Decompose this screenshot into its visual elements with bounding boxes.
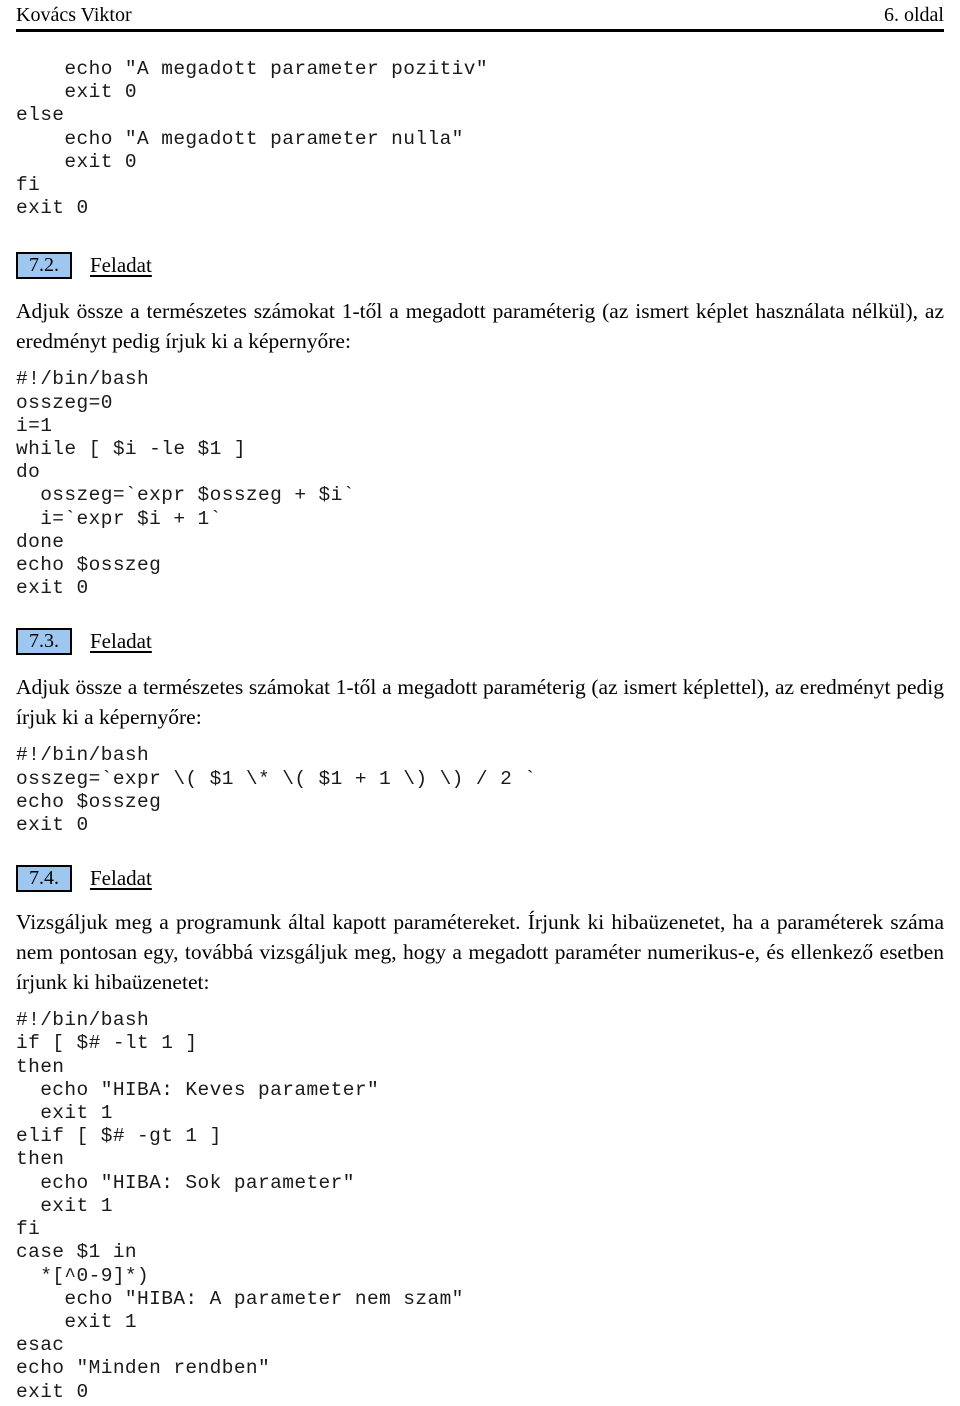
section-title-label: Feladat xyxy=(90,629,152,654)
document-page: Kovács Viktor 6. oldal echo "A megadott … xyxy=(0,0,960,1406)
code-block-7-2: #!/bin/bash osszeg=0 i=1 while [ $i -le … xyxy=(16,368,355,600)
section-heading-7-2: 7.2. Feladat xyxy=(16,250,944,280)
section-paragraph-7-4: Vizsgáljuk meg a programunk által kapott… xyxy=(16,910,944,995)
section-number-badge: 7.3. xyxy=(16,627,72,655)
running-header: Kovács Viktor 6. oldal xyxy=(16,0,944,32)
section-number-badge: 7.4. xyxy=(16,864,72,892)
code-block-continuation: echo "A megadott parameter pozitiv" exit… xyxy=(16,58,488,220)
section-paragraph-7-3: Adjuk össze a természetes számokat 1-től… xyxy=(16,675,944,730)
code-block-7-3: #!/bin/bash osszeg=`expr \( $1 \* \( $1 … xyxy=(16,744,537,837)
section-heading-7-4: 7.4. Feladat xyxy=(16,863,944,893)
section-heading-7-3: 7.3. Feladat xyxy=(16,626,944,656)
header-author: Kovács Viktor xyxy=(16,4,132,26)
section-number-badge: 7.2. xyxy=(16,251,72,279)
section-paragraph-7-2: Adjuk össze a természetes számokat 1-től… xyxy=(16,299,944,354)
code-block-7-4: #!/bin/bash if [ $# -lt 1 ] then echo "H… xyxy=(16,1009,464,1403)
section-title-label: Feladat xyxy=(90,866,152,891)
header-page-number: 6. oldal xyxy=(884,4,944,26)
section-title-label: Feladat xyxy=(90,253,152,278)
